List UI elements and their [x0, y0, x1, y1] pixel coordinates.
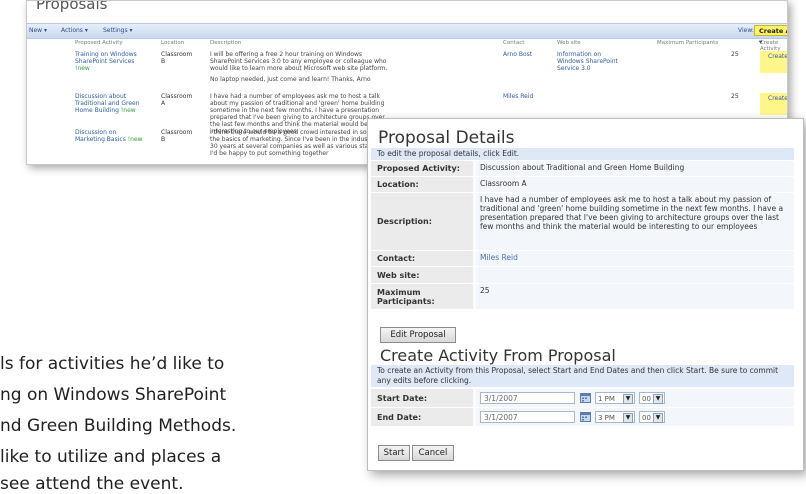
doc-line-4: like to utilize and places a: [0, 447, 222, 467]
field-label: Maximum Participants:: [371, 284, 473, 309]
list-row-max: 25: [731, 51, 739, 58]
col-max-participants[interactable]: Maximum Participants: [657, 40, 718, 46]
create-activity-from-button[interactable]: Create Activity from... ▾: [754, 25, 787, 46]
list-row-description: I will be offering a free 2 hour trainin…: [210, 51, 388, 83]
proposal-details-window: Proposal Details To edit the proposal de…: [367, 118, 804, 471]
doc-line-1: ls for activities he’d like to: [0, 354, 225, 374]
start-minute-select[interactable]: 00 ▼: [639, 392, 665, 404]
edit-proposal-button[interactable]: Edit Proposal: [380, 327, 456, 343]
col-proposed-activity[interactable]: Proposed Activity: [75, 40, 123, 46]
field-label: Contact:: [371, 251, 473, 266]
new-menu[interactable]: New ▾: [29, 27, 47, 34]
field-row-max-participants: Maximum Participants: 25: [371, 284, 794, 310]
list-row-contact[interactable]: Miles Reid: [503, 93, 543, 100]
list-row-location: Classroom B: [161, 51, 193, 65]
proposals-list-title: Proposals: [36, 0, 108, 13]
field-row-activity: Proposed Activity: Discussion about Trad…: [371, 161, 794, 177]
end-minute-select[interactable]: 00 ▼: [639, 411, 665, 423]
doc-line-3: nd Green Building Methods.: [0, 416, 237, 436]
field-row-location: Location: Classroom A: [371, 177, 794, 193]
proposal-details-title: Proposal Details: [378, 128, 515, 148]
col-description[interactable]: Description: [210, 40, 241, 46]
edit-instructions: To edit the proposal details, click Edit…: [371, 148, 794, 160]
field-row-description: Description: I have had a number of empl…: [371, 193, 794, 251]
field-row-website: Web site:: [371, 267, 794, 284]
start-hour-select[interactable]: 1 PM ▼: [595, 392, 635, 404]
list-column-headers: Proposed Activity Location Description C…: [27, 39, 787, 52]
end-hour-select[interactable]: 3 PM ▼: [595, 411, 635, 423]
field-label: Description:: [371, 193, 473, 250]
cancel-button[interactable]: Cancel: [412, 445, 454, 461]
chevron-down-icon: ▼: [653, 413, 663, 423]
start-button[interactable]: Start: [378, 445, 410, 461]
end-date-controls: 3/1/2007 3 PM ▼ 00 ▼: [476, 408, 794, 426]
list-row-title[interactable]: Discussion on Marketing Basics !new: [75, 129, 145, 143]
field-value-activity: Discussion about Traditional and Green H…: [476, 161, 794, 176]
end-date-input[interactable]: 3/1/2007: [480, 411, 575, 423]
doc-line-5: see attend the event.: [0, 474, 184, 494]
list-row-contact[interactable]: Arno Bost: [503, 51, 543, 58]
list-row-title[interactable]: Discussion about Traditional and Green H…: [75, 93, 145, 114]
col-website[interactable]: Web site: [557, 40, 581, 46]
list-row-location: Classroom B: [161, 129, 193, 143]
start-date-input[interactable]: 3/1/2007: [480, 392, 575, 404]
field-value-location: Classroom A: [476, 177, 794, 192]
field-label: Start Date:: [371, 389, 473, 407]
list-row-create-link[interactable]: Create: [760, 93, 787, 115]
list-row-website[interactable]: Information on Windows SharePoint Servic…: [557, 51, 627, 72]
create-activity-title: Create Activity From Proposal: [380, 346, 616, 365]
list-row-location: Classroom A: [161, 93, 193, 107]
view-selector[interactable]: View:: [738, 27, 754, 34]
calendar-icon[interactable]: [580, 392, 591, 403]
field-label: End Date:: [371, 408, 473, 426]
field-label: Web site:: [371, 267, 473, 283]
settings-menu[interactable]: Settings ▾: [103, 27, 133, 34]
field-label: Proposed Activity:: [371, 161, 473, 176]
field-value-description: I have had a number of employees ask me …: [476, 193, 794, 250]
calendar-icon[interactable]: [580, 411, 591, 422]
create-activity-instructions: To create an Activity from this Proposal…: [371, 365, 794, 387]
start-date-controls: 3/1/2007 1 PM ▼ 00 ▼: [476, 389, 794, 407]
chevron-down-icon: ▼: [623, 394, 633, 404]
chevron-down-icon: ▼: [653, 394, 663, 404]
list-row-title[interactable]: Training on Windows SharePoint Services …: [75, 51, 145, 72]
field-row-end-date: End Date: 3/1/2007 3 PM ▼ 00 ▼: [371, 408, 794, 427]
actions-menu[interactable]: Actions ▾: [61, 27, 88, 34]
field-value-max-participants: 25: [476, 284, 794, 309]
col-location[interactable]: Location: [161, 40, 184, 46]
col-contact[interactable]: Contact: [503, 40, 524, 46]
list-row-max: 25: [731, 93, 739, 100]
list-row-create-link[interactable]: Create: [760, 51, 787, 73]
chevron-down-icon: ▼: [623, 413, 633, 423]
field-value-website: [476, 267, 794, 283]
doc-line-2: ng on Windows SharePoint: [0, 385, 227, 405]
field-value-contact[interactable]: Miles Reid: [476, 251, 794, 266]
field-row-contact: Contact: Miles Reid: [371, 251, 794, 267]
field-row-start-date: Start Date: 3/1/2007 1 PM ▼ 00 ▼: [371, 389, 794, 408]
field-label: Location:: [371, 177, 473, 192]
list-toolbar: New ▾ Actions ▾ Settings ▾ View: Create …: [27, 23, 787, 46]
